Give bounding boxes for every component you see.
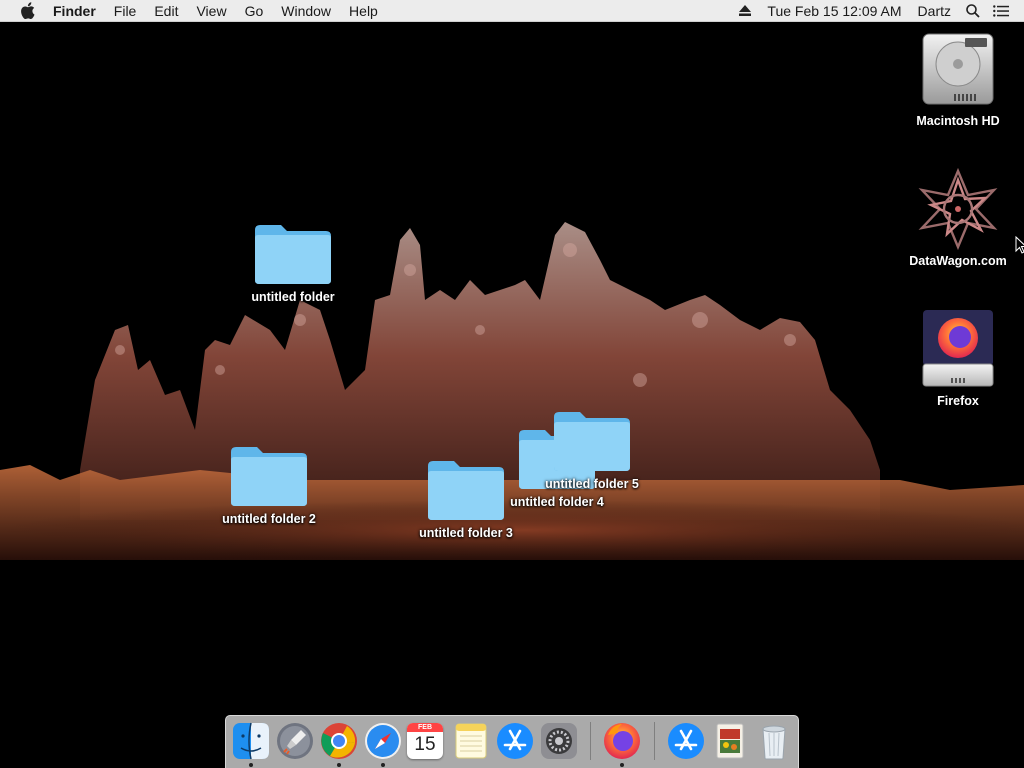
menu-clock[interactable]: Tue Feb 15 12:09 AM [759,0,909,22]
apple-icon[interactable] [17,0,39,22]
desktop-icon-label: Firefox [937,394,979,408]
running-indicator [249,763,253,767]
mouse-cursor-icon [1015,236,1024,254]
menu-view[interactable]: View [187,0,235,22]
chrome-icon[interactable] [319,721,359,761]
finder-icon[interactable] [231,721,271,761]
spotlight-search-icon[interactable] [962,0,984,22]
notification-center-icon[interactable] [990,0,1012,22]
eject-icon[interactable] [734,0,756,22]
desktop-icon-label: Macintosh HD [916,114,1000,128]
desktop-icon-label: untitled folder 5 [545,477,639,491]
hard-drive-icon [922,33,994,105]
app-store-icon[interactable] [495,721,535,761]
firefox-volume-icon [922,310,994,387]
menu-edit[interactable]: Edit [145,0,187,22]
firefox-icon[interactable] [602,721,642,761]
running-indicator [337,763,341,767]
desktop-icon-label: DataWagon.com [909,254,1007,268]
safari-icon[interactable] [363,721,403,761]
system-preferences-icon[interactable] [539,721,579,761]
datawagon-icon [918,168,998,250]
running-indicator [381,763,385,767]
menu-user[interactable]: Dartz [910,0,959,22]
folder-icon [255,225,331,284]
desktop-icon-firefox-volume[interactable]: Firefox [908,308,1008,408]
calendar-day: 15 [414,734,436,755]
running-indicator [620,763,624,767]
desktop-icon-label: untitled folder 4 [510,495,604,509]
menu-file[interactable]: File [105,0,146,22]
calendar-icon[interactable]: FEB 15 [407,723,443,759]
desktop-icon-label: untitled folder [251,290,335,304]
desktop-icon-macintosh-hd[interactable]: Macintosh HD [903,30,1013,128]
menu-help[interactable]: Help [340,0,387,22]
desktop-icon-label: untitled folder 2 [222,512,316,526]
downloads-stack-icon[interactable] [710,721,750,761]
menu-go[interactable]: Go [236,0,273,22]
desktop-folder-untitled-folder-5[interactable]: untitled folder 5 [527,409,657,491]
folder-icon [554,412,630,471]
notes-icon[interactable] [451,721,491,761]
desktop-icon-label: untitled folder 3 [419,526,513,540]
menu-finder[interactable]: Finder [49,0,105,22]
launchpad-icon[interactable] [275,721,315,761]
desktop-wallpaper [0,0,1024,768]
desktop-folder-untitled-folder-2[interactable]: untitled folder 2 [204,444,334,526]
desktop-folder-untitled-folder[interactable]: untitled folder [233,222,353,304]
menu-window[interactable]: Window [272,0,340,22]
applications-folder-icon[interactable] [666,721,706,761]
dock: FEB 15 [225,715,799,768]
dock-separator [654,722,655,760]
calendar-month: FEB [407,723,443,732]
trash-icon[interactable] [754,721,794,761]
menu-bar: Finder File Edit View Go Window Help Tue… [0,0,1024,22]
desktop-icon-datawagon[interactable]: DataWagon.com [898,168,1018,268]
dock-separator [590,722,591,760]
folder-icon [231,447,307,506]
